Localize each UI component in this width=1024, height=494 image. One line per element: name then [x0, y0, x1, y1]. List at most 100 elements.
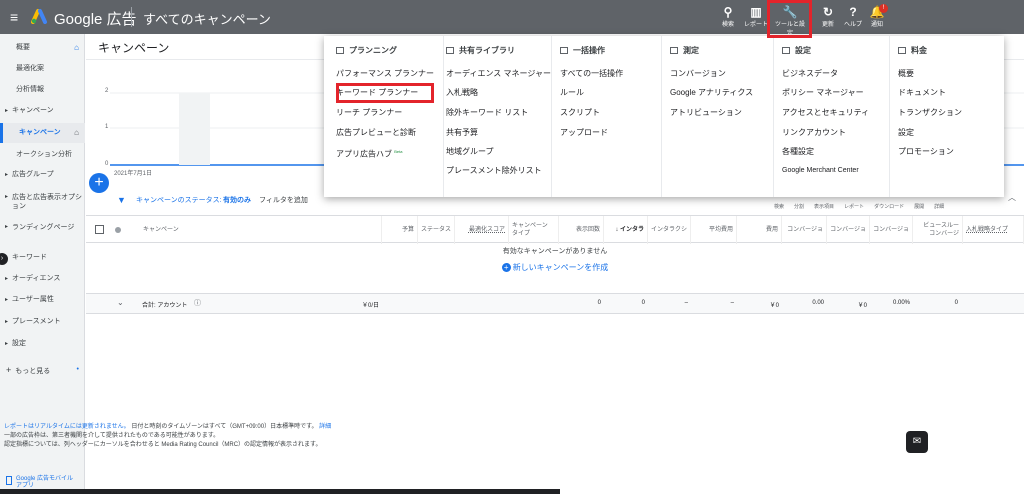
menu-item-all-bulk-actions[interactable]: すべての一括操作	[560, 69, 623, 79]
filter-chip-label[interactable]: キャンペーンのステータス:	[136, 195, 222, 205]
reports-button-label: レポート	[743, 22, 768, 28]
sidebar-group-keywords[interactable]: キーワード	[0, 248, 85, 268]
col-interaction-rate[interactable]: インタラクシ	[648, 216, 691, 244]
toolbar-download[interactable]: ダウンロード	[874, 203, 904, 210]
chat-support-button[interactable]: ✉	[906, 431, 928, 453]
menu-item-app-ad-hub[interactable]: アプリ広告ハブ Beta	[336, 147, 402, 160]
add-campaign-button[interactable]: +	[89, 173, 109, 193]
toolbar-segment[interactable]: 分割	[794, 203, 804, 210]
menu-item-promotions[interactable]: プロモーション	[898, 147, 954, 157]
menu-item-conversions[interactable]: コンバージョン	[670, 69, 726, 79]
col-campaign[interactable]: キャンペーン	[140, 216, 382, 244]
x-tick-label: 2021年7月1日	[114, 171, 153, 177]
col-avg-cost[interactable]: 平均費用	[691, 216, 737, 244]
menu-item-ad-preview[interactable]: 広告プレビューと診断	[336, 128, 416, 138]
col-status[interactable]: ステータス	[418, 216, 455, 244]
menu-item-linked-accounts[interactable]: リンクアカウント	[782, 128, 846, 138]
sidebar-more-button[interactable]: + もっと見る •	[0, 360, 85, 380]
help-circle-icon[interactable]: ⓘ	[194, 298, 201, 308]
menu-item-documents[interactable]: ドキュメント	[898, 88, 946, 98]
sidebar-item-overview[interactable]: 概要 ⌂	[0, 38, 85, 58]
sidebar-item-campaigns[interactable]: キャンペーン ⌂	[0, 123, 85, 143]
sidebar-item-label: オーディエンス	[12, 275, 61, 282]
menu-item-bid-strategies[interactable]: 入札戦略	[446, 88, 478, 98]
col-optimization-score[interactable]: 最適化スコア	[455, 216, 509, 244]
menu-item-negative-keyword-lists[interactable]: 除外キーワード リスト	[446, 108, 528, 118]
col-cost-per-conversion[interactable]: コンバージョ	[827, 216, 870, 244]
realtime-notice-link[interactable]: レポートはリアルタイムには更新されません。	[4, 424, 130, 430]
menu-item-transactions[interactable]: トランザクション	[898, 108, 962, 118]
menu-icon[interactable]: ≡	[10, 10, 18, 24]
details-link[interactable]: 詳細	[319, 424, 331, 430]
col-cost[interactable]: 費用	[737, 216, 782, 244]
menu-item-policy-manager[interactable]: ポリシー マネージャー	[782, 88, 864, 98]
plus-icon: +	[94, 174, 104, 191]
sidebar-item-recommendations[interactable]: 最適化案	[0, 59, 85, 79]
menu-item-rules[interactable]: ルール	[560, 88, 584, 98]
top-app-bar: ≡ Google 広告 すべてのキャンペーン ⚲ 検索 ▥ レポート 🔧 ツールと設定…	[0, 0, 1024, 37]
sidebar-item-auction-insights[interactable]: オークション分析	[0, 145, 85, 165]
menu-item-performance-planner[interactable]: パフォーマンス プランナー	[336, 69, 434, 79]
toolbar-more[interactable]: 詳細	[934, 203, 944, 210]
toolbar-expand[interactable]: 展開	[914, 203, 924, 210]
menu-item-attribution[interactable]: アトリビューション	[670, 108, 742, 118]
menu-item-summary[interactable]: 概要	[898, 69, 914, 79]
notifications-button-label: 通知	[870, 22, 883, 28]
toolbar-search[interactable]: 検索	[774, 203, 784, 210]
menu-item-billing-settings[interactable]: 設定	[898, 128, 914, 138]
col-campaign-type[interactable]: キャンペーン タイプ	[509, 216, 559, 244]
sidebar-group-landing-pages[interactable]: ランディングページ	[0, 221, 85, 241]
menu-column-shared-library: 共有ライブラリ オーディエンス マネージャー 入札戦略 除外キーワード リスト …	[444, 36, 552, 197]
total-interaction-rate: –	[684, 300, 688, 306]
horizontal-scrollbar[interactable]	[0, 489, 1024, 494]
menu-heading-shared-library: 共有ライブラリ	[446, 45, 515, 56]
col-budget[interactable]: 予算	[382, 216, 418, 244]
filter-chip-value[interactable]: 有効のみ	[223, 195, 251, 205]
menu-item-uploads[interactable]: アップロード	[560, 128, 608, 138]
sidebar-group-ads-extensions[interactable]: 広告と広告表示オプション	[0, 191, 85, 211]
col-conversions[interactable]: コンバージョ	[782, 216, 827, 244]
collapse-toolbar-icon[interactable]: ︿	[1008, 192, 1016, 203]
menu-heading-label: 測定	[683, 46, 699, 55]
col-impressions[interactable]: 表示回数	[559, 216, 604, 244]
col-bid-strategy-type[interactable]: 入札戦略タイプ	[963, 216, 1024, 244]
col-conversion-rate[interactable]: コンバージョ	[870, 216, 913, 244]
sidebar-group-ad-groups[interactable]: 広告グループ	[0, 165, 85, 185]
menu-item-business-data[interactable]: ビジネスデータ	[782, 69, 838, 79]
add-filter-button[interactable]: フィルタを追加	[259, 195, 308, 205]
scrollbar-thumb[interactable]	[0, 489, 560, 494]
sidebar-group-audiences[interactable]: オーディエンス	[0, 269, 85, 289]
mobile-app-link[interactable]: Google 広告モバイルアプリ	[6, 476, 76, 490]
menu-item-google-analytics[interactable]: Google アナリティクス	[670, 88, 753, 98]
menu-item-scripts[interactable]: スクリプト	[560, 108, 600, 118]
notification-badge: !	[879, 4, 888, 13]
sidebar-group-settings[interactable]: 設定	[0, 334, 85, 354]
filter-icon[interactable]: ▼	[117, 195, 126, 205]
menu-item-reach-planner[interactable]: リーチ プランナー	[336, 108, 402, 118]
search-button[interactable]: ⚲ 検索	[713, 5, 743, 28]
sidebar-group-campaigns[interactable]: キャンペーン	[0, 101, 85, 121]
total-label: 合計: アカウント	[142, 303, 188, 309]
add-circle-icon: +	[501, 263, 511, 272]
menu-item-merchant-center[interactable]: Google Merchant Center	[782, 166, 859, 176]
sidebar-item-label: 最適化案	[16, 65, 44, 72]
menu-item-location-groups[interactable]: 地域グループ	[446, 147, 494, 157]
create-campaign-link[interactable]: + 新しいキャンペーンを作成	[86, 262, 1024, 273]
col-interactions[interactable]: ↓ インタラ	[604, 216, 648, 244]
menu-item-placement-exclusion-lists[interactable]: プレースメント除外リスト	[446, 166, 542, 176]
sidebar-item-label: 広告グループ	[12, 171, 54, 178]
toolbar-columns[interactable]: 表示項目	[814, 203, 834, 210]
sidebar-group-placements[interactable]: プレースメント	[0, 312, 85, 332]
sidebar-item-insights[interactable]: 分析情報	[0, 80, 85, 100]
menu-heading-label: 共有ライブラリ	[459, 46, 515, 55]
col-view-through[interactable]: ビュースルー コンバージ	[913, 216, 963, 244]
menu-item-shared-budgets[interactable]: 共有予算	[446, 128, 478, 138]
menu-item-access-security[interactable]: アクセスとセキュリティ	[782, 108, 869, 118]
sidebar-group-demographics[interactable]: ユーザー属性	[0, 290, 85, 310]
y-tick-label: 0	[105, 161, 109, 167]
select-all-checkbox[interactable]	[95, 225, 104, 234]
menu-item-preferences[interactable]: 各種設定	[782, 147, 814, 157]
menu-item-audience-manager[interactable]: オーディエンス マネージャー	[446, 69, 551, 79]
toolbar-reports[interactable]: レポート	[844, 203, 864, 210]
expand-total-icon[interactable]: ⌄	[117, 298, 124, 307]
